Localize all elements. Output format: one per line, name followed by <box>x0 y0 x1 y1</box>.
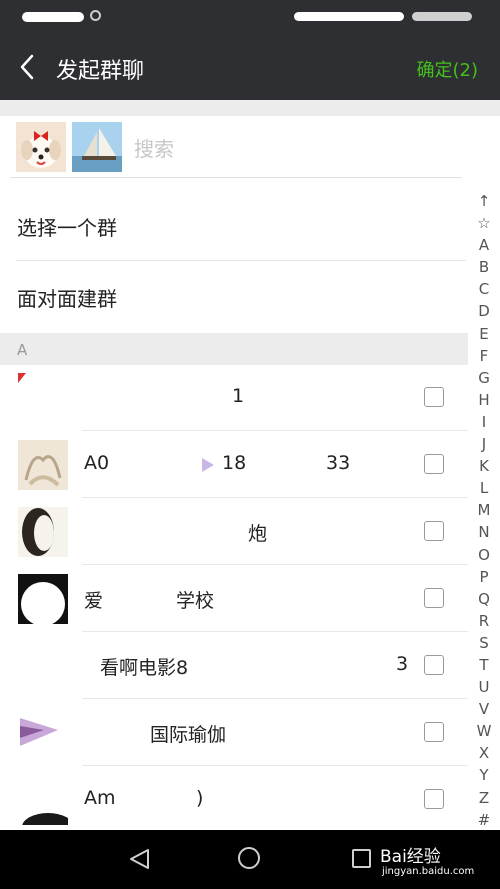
avatar <box>18 440 68 490</box>
contact-row[interactable]: 1 <box>0 365 468 431</box>
nav-back-icon[interactable] <box>128 848 152 870</box>
section-header: A <box>0 333 468 365</box>
title-bar: 发起群聊 确定(2) <box>0 34 500 100</box>
index-letter[interactable]: V <box>470 698 498 720</box>
contact-checkbox[interactable] <box>424 588 444 608</box>
avatar <box>18 708 68 758</box>
emoji-icon <box>202 458 214 472</box>
contact-name: 爱 <box>84 590 104 612</box>
index-letter[interactable]: L <box>470 477 498 499</box>
select-group-item[interactable]: 选择一个群 <box>0 191 468 261</box>
nav-home-icon[interactable] <box>238 847 260 869</box>
avatar <box>18 641 68 691</box>
index-letter[interactable]: J <box>470 433 498 455</box>
navigation-bar: Bai经验 jingyan.baidu.com <box>0 830 500 889</box>
section-letter: A <box>17 341 28 359</box>
contact-name-part: 国际瑜伽 <box>150 724 227 746</box>
contact-row[interactable]: 看啊电影8 3 <box>0 633 468 699</box>
contact-name-part: 33 <box>326 452 351 474</box>
status-right-obscured <box>286 10 486 24</box>
header-gap <box>0 100 500 116</box>
watermark-url: jingyan.baidu.com <box>382 866 475 877</box>
contact-row[interactable]: 爱 学校 <box>0 566 468 632</box>
index-letter[interactable]: # <box>470 809 498 831</box>
selected-avatar-boat[interactable] <box>72 122 122 172</box>
index-letter[interactable]: G <box>470 367 498 389</box>
select-group-label: 选择一个群 <box>17 216 117 240</box>
index-letter[interactable]: P <box>470 566 498 588</box>
contact-checkbox[interactable] <box>424 655 444 675</box>
index-letter[interactable]: E <box>470 323 498 345</box>
search-row[interactable]: 搜索 <box>0 116 500 178</box>
index-letter[interactable]: U <box>470 676 498 698</box>
index-letter[interactable]: M <box>470 499 498 521</box>
selected-avatar-dog[interactable] <box>16 122 66 172</box>
watermark-brand: Bai经验 <box>380 847 441 867</box>
confirm-button[interactable]: 确定(2) <box>417 56 479 82</box>
contact-name: 1 <box>232 385 245 407</box>
index-letter[interactable]: X <box>470 742 498 764</box>
page-title: 发起群聊 <box>56 59 145 84</box>
index-letter[interactable]: I <box>470 411 498 433</box>
face-to-face-group-item[interactable]: 面对面建群 <box>0 262 468 332</box>
index-letter[interactable]: N <box>470 521 498 543</box>
index-letter[interactable]: Q <box>470 588 498 610</box>
index-letter[interactable]: C <box>470 278 498 300</box>
contact-row[interactable]: Am ) <box>0 767 468 830</box>
index-letter[interactable]: W <box>470 720 498 742</box>
contact-name-part: 炮 <box>248 523 268 545</box>
index-letter[interactable]: T <box>470 654 498 676</box>
contact-name: 看啊电影8 <box>100 657 189 679</box>
alphabet-index[interactable]: ↑ ☆ A B C D E F G H I J K L M N O P Q R S T U V W X Y Z # <box>470 190 498 831</box>
face-to-face-group-label: 面对面建群 <box>17 287 117 311</box>
search-input[interactable]: 搜索 <box>134 133 174 162</box>
contact-name: A0 <box>84 452 110 474</box>
search-divider <box>10 177 462 178</box>
contact-row[interactable]: 炮 <box>0 499 468 565</box>
nav-recent-icon[interactable] <box>352 849 371 868</box>
contact-name-part: ) <box>196 787 204 809</box>
avatar <box>18 775 68 825</box>
index-letter[interactable]: B <box>470 256 498 278</box>
index-letter[interactable]: D <box>470 300 498 322</box>
index-letter[interactable]: A <box>470 234 498 256</box>
contact-row[interactable]: 国际瑜伽 <box>0 700 468 766</box>
index-letter[interactable]: H <box>470 389 498 411</box>
contact-name-part: 学校 <box>176 590 215 612</box>
index-letter[interactable]: K <box>470 455 498 477</box>
chevron-left-icon <box>20 54 34 80</box>
index-letter[interactable]: R <box>470 610 498 632</box>
index-letter[interactable]: ☆ <box>470 212 498 234</box>
contact-checkbox[interactable] <box>424 387 444 407</box>
contact-checkbox[interactable] <box>424 789 444 809</box>
back-button[interactable] <box>14 52 44 82</box>
contact-name-part: 18 <box>222 452 247 474</box>
index-letter[interactable]: O <box>470 544 498 566</box>
contact-row[interactable]: A0 18 33 <box>0 432 468 498</box>
index-letter[interactable]: Z <box>470 787 498 809</box>
avatar <box>18 373 68 423</box>
dog-photo-icon <box>16 122 66 172</box>
avatar <box>18 507 68 557</box>
status-icon <box>90 10 101 21</box>
contact-checkbox[interactable] <box>424 454 444 474</box>
status-left-obscured <box>14 9 101 23</box>
index-letter[interactable]: ↑ <box>470 190 498 212</box>
status-bar <box>0 0 500 34</box>
sailboat-photo-icon <box>72 122 122 172</box>
contact-name-part: 3 <box>396 653 409 675</box>
index-letter[interactable]: F <box>470 345 498 367</box>
menu-divider <box>16 260 466 261</box>
contact-checkbox[interactable] <box>424 521 444 541</box>
contact-checkbox[interactable] <box>424 722 444 742</box>
index-letter[interactable]: Y <box>470 764 498 786</box>
contact-name: Am <box>84 787 116 809</box>
avatar <box>18 574 68 624</box>
index-letter[interactable]: S <box>470 632 498 654</box>
